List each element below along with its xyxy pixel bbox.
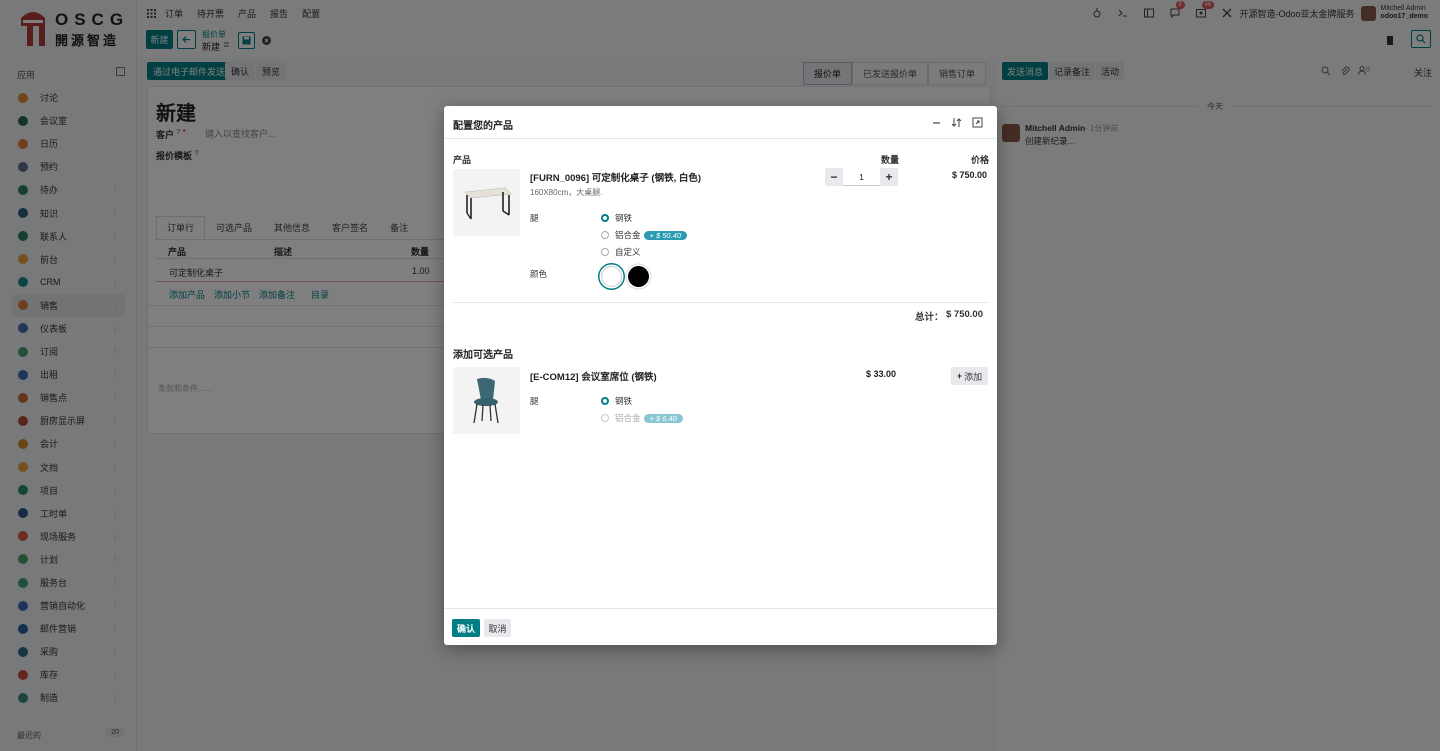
optional-products-title: 添加可选产品 [453, 350, 513, 361]
radio-icon [601, 231, 609, 239]
total-label: 总计： [915, 312, 944, 323]
dialog-confirm-button[interactable]: 确认 [452, 619, 480, 637]
radio-icon [601, 414, 609, 422]
price-extra-badge: + $ 6.40 [643, 413, 683, 423]
table-product-image [464, 187, 512, 220]
radio-selected-icon [601, 214, 609, 222]
col-price-header: 价格 [971, 155, 990, 165]
optional-product-image [453, 367, 520, 434]
product-name: [FURN_0096] 可定制化桌子 (钢铁, 白色) [530, 173, 702, 184]
add-label: 添加 [964, 371, 983, 382]
minimize-icon[interactable] [931, 117, 942, 128]
col-product-header: 产品 [453, 155, 472, 165]
decrease-quantity-button[interactable]: − [825, 168, 843, 186]
optional-product-price: $ 33.00 [866, 369, 897, 379]
quantity-input[interactable] [843, 168, 880, 186]
optional-legs-option-aluminium[interactable]: 铝合金 + $ 6.40 [601, 412, 683, 424]
chair-product-image [473, 377, 499, 424]
color-swatch-black[interactable] [628, 266, 649, 287]
option-label: 铝合金 [615, 230, 641, 240]
expand-icon[interactable] [972, 117, 983, 128]
color-swatch-white[interactable] [601, 266, 622, 287]
attribute-color-label: 颜色 [530, 269, 548, 279]
product-description: 160X80cm，大桌腿. [530, 188, 603, 197]
dialog-header: 配置您的产品 [444, 106, 997, 139]
radio-icon [601, 248, 609, 256]
product-price: $ 750.00 [952, 170, 988, 180]
optional-product-name: [E-COM12] 会议室席位 (钢铁) [530, 372, 657, 383]
option-label: 钢铁 [615, 396, 633, 406]
option-label: 钢铁 [615, 213, 633, 223]
add-optional-product-button[interactable]: + 添加 [951, 367, 988, 385]
legs-option-custom[interactable]: 自定义 [601, 246, 641, 258]
divider [453, 302, 989, 303]
optional-attribute-legs-label: 腿 [530, 396, 539, 406]
col-quantity-header: 数量 [881, 155, 900, 165]
option-label: 自定义 [615, 247, 641, 257]
product-image [453, 169, 520, 236]
attribute-legs-label: 腿 [530, 213, 539, 223]
total-value: $ 750.00 [946, 309, 983, 320]
optional-legs-option-steel[interactable]: 钢铁 [601, 395, 632, 407]
quantity-stepper: − + [825, 168, 898, 186]
dialog-cancel-button[interactable]: 取消 [484, 619, 511, 637]
increase-quantity-button[interactable]: + [880, 168, 898, 186]
dialog-title: 配置您的产品 [453, 121, 513, 132]
radio-selected-icon [601, 397, 609, 405]
configure-product-dialog: 配置您的产品 产品 数量 价格 [FURN_0096] 可定制化桌子 (钢铁, … [444, 106, 997, 645]
switch-icon[interactable] [951, 117, 962, 128]
option-label: 铝合金 [615, 413, 641, 423]
legs-option-aluminium[interactable]: 铝合金 + $ 50.40 [601, 229, 688, 241]
price-extra-badge: + $ 50.40 [643, 230, 688, 240]
dialog-footer: 确认 取消 [444, 608, 997, 645]
legs-option-steel[interactable]: 钢铁 [601, 212, 632, 224]
plus-icon: + [956, 371, 963, 381]
